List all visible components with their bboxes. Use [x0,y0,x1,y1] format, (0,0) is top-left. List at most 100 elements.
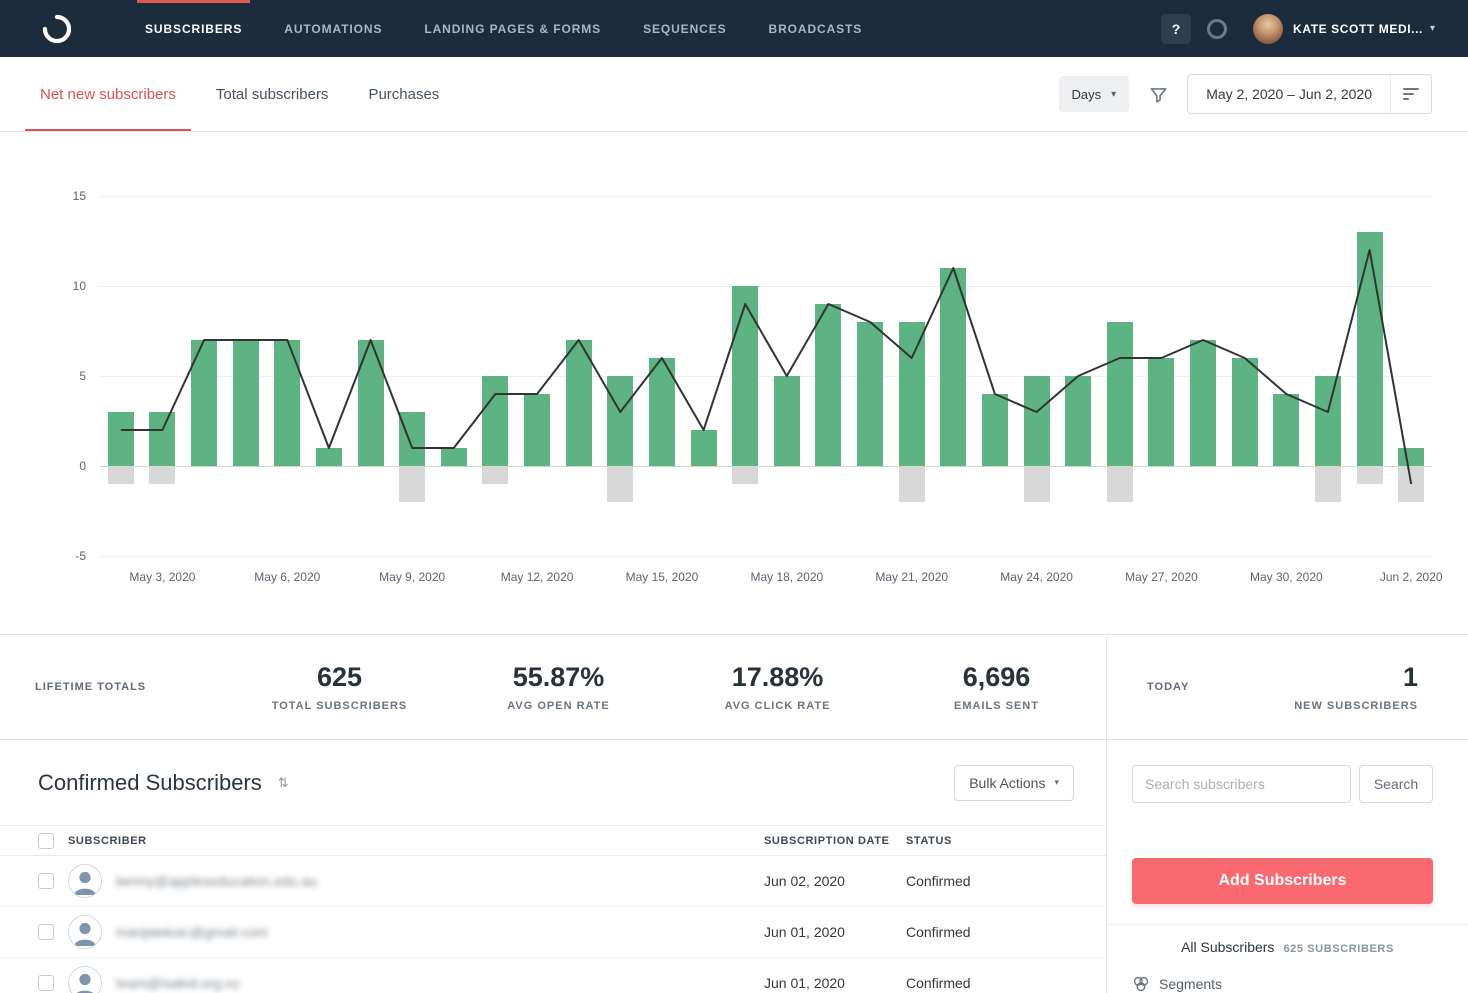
subscriber-email[interactable]: benny@appleseducation.edu.au [116,873,764,889]
bar-new-subscribers[interactable] [524,394,550,466]
y-axis-label: 0 [79,459,86,473]
bar-unsubscribes[interactable] [108,466,134,484]
bar-new-subscribers[interactable] [691,430,717,466]
bar-new-subscribers[interactable] [566,340,592,466]
tab-total-subscribers[interactable]: Total subscribers [201,57,344,131]
bar-new-subscribers[interactable] [774,376,800,466]
column-header-subscriber[interactable]: SUBSCRIBER [68,835,764,847]
tab-net-new-subscribers[interactable]: Net new subscribers [25,57,191,131]
bar-new-subscribers[interactable] [732,286,758,466]
nav-item-broadcasts[interactable]: BROADCASTS [748,0,884,57]
bar-unsubscribes[interactable] [899,466,925,502]
add-subscribers-button[interactable]: Add Subscribers [1132,858,1433,904]
column-header-subscription-date[interactable]: SUBSCRIPTION DATE [764,835,906,847]
bar-new-subscribers[interactable] [982,394,1008,466]
bar-new-subscribers[interactable] [233,340,259,466]
bar-new-subscribers[interactable] [649,358,675,466]
bar-unsubscribes[interactable] [1315,466,1341,502]
subscription-date: Jun 02, 2020 [764,873,906,889]
bar-new-subscribers[interactable] [1315,376,1341,466]
select-all-checkbox[interactable] [38,833,54,849]
row-checkbox[interactable] [38,924,54,940]
bar-new-subscribers[interactable] [1065,376,1091,466]
bar-new-subscribers[interactable] [108,412,134,466]
bar-unsubscribes[interactable] [1024,466,1050,502]
report-tabs-row: Net new subscribers Total subscribers Pu… [0,57,1468,132]
stat-label: EMAILS SENT [887,700,1106,712]
bar-new-subscribers[interactable] [191,340,217,466]
nav-item-sequences[interactable]: SEQUENCES [622,0,747,57]
convertkit-logo-icon[interactable] [40,12,74,46]
bar-new-subscribers[interactable] [857,322,883,466]
column-header-status[interactable]: STATUS [906,835,1074,847]
all-subscribers-item[interactable]: All Subscribers625 SUBSCRIBERS [1107,924,1468,957]
table-row[interactable]: team@isakid.org.nzJun 01, 2020Confirmed [0,958,1106,993]
notifications-ring-icon[interactable] [1207,19,1227,39]
bar-new-subscribers[interactable] [1148,358,1174,466]
bar-new-subscribers[interactable] [1273,394,1299,466]
bar-unsubscribes[interactable] [399,466,425,502]
x-axis-label: May 12, 2020 [501,570,574,584]
subscribers-sidebar: Search Add Subscribers All Subscribers62… [1107,740,1468,993]
subscriber-email[interactable]: team@isakid.org.nz [116,975,764,991]
tab-purchases[interactable]: Purchases [353,57,454,131]
help-button[interactable]: ? [1161,14,1191,44]
stat-emails-sent: 6,696 EMAILS SENT [887,662,1106,712]
bar-new-subscribers[interactable] [1398,448,1424,466]
subscriber-avatar-icon [68,966,102,993]
bar-unsubscribes[interactable] [1357,466,1383,484]
bar-new-subscribers[interactable] [149,412,175,466]
date-options-button[interactable] [1390,75,1431,113]
bar-new-subscribers[interactable] [274,340,300,466]
bar-new-subscribers[interactable] [316,448,342,466]
bar-unsubscribes[interactable] [1398,466,1424,502]
granularity-dropdown[interactable]: Days ▾ [1059,76,1130,112]
chart-controls: Days ▾ May 2, 2020 – Jun 2, 2020 [1059,74,1432,114]
bar-new-subscribers[interactable] [358,340,384,466]
granularity-label: Days [1072,87,1102,102]
bar-new-subscribers[interactable] [1357,232,1383,466]
user-avatar[interactable] [1253,14,1283,44]
bulk-actions-label: Bulk Actions [969,775,1045,791]
table-row[interactable]: benny@appleseducation.edu.auJun 02, 2020… [0,856,1106,907]
date-range-input[interactable]: May 2, 2020 – Jun 2, 2020 [1188,86,1390,102]
subscriber-email[interactable]: marijalekoic@gmail.com [116,924,764,940]
bar-new-subscribers[interactable] [607,376,633,466]
search-button[interactable]: Search [1359,765,1433,803]
sort-toggle-icon[interactable]: ⇅ [278,775,289,791]
bar-new-subscribers[interactable] [940,268,966,466]
bar-unsubscribes[interactable] [482,466,508,484]
search-input[interactable] [1132,765,1351,803]
top-nav: SUBSCRIBERS AUTOMATIONS LANDING PAGES & … [0,0,1468,57]
nav-item-automations[interactable]: AUTOMATIONS [263,0,403,57]
row-checkbox[interactable] [38,873,54,889]
bar-new-subscribers[interactable] [1024,376,1050,466]
nav-item-subscribers[interactable]: SUBSCRIBERS [124,0,263,57]
x-axis-label: May 24, 2020 [1000,570,1073,584]
today-new-subscribers-value: 1 [1294,662,1418,693]
bar-new-subscribers[interactable] [1232,358,1258,466]
bar-new-subscribers[interactable] [441,448,467,466]
bar-new-subscribers[interactable] [399,412,425,466]
bar-new-subscribers[interactable] [815,304,841,466]
bar-unsubscribes[interactable] [732,466,758,484]
bar-new-subscribers[interactable] [1107,322,1133,466]
bar-new-subscribers[interactable] [1190,340,1216,466]
table-row[interactable]: marijalekoic@gmail.comJun 01, 2020Confir… [0,907,1106,958]
nav-item-landing-pages[interactable]: LANDING PAGES & FORMS [403,0,622,57]
bar-unsubscribes[interactable] [607,466,633,502]
segments-item[interactable]: Segments [1132,975,1443,993]
bar-unsubscribes[interactable] [1107,466,1133,502]
granularity-caret-down-icon: ▾ [1111,89,1116,100]
row-checkbox[interactable] [38,975,54,991]
bar-unsubscribes[interactable] [149,466,175,484]
filter-button[interactable] [1149,85,1168,104]
account-name[interactable]: KATE SCOTT MEDI... [1293,22,1423,36]
subscriber-table-body: benny@appleseducation.edu.auJun 02, 2020… [0,856,1106,993]
bar-new-subscribers[interactable] [482,376,508,466]
y-axis-label: 15 [73,189,86,203]
bar-new-subscribers[interactable] [899,322,925,466]
account-caret-down-icon[interactable]: ▾ [1430,23,1435,34]
bulk-actions-button[interactable]: Bulk Actions ▾ [954,765,1074,801]
x-axis-labels: May 3, 2020May 6, 2020May 9, 2020May 12,… [100,570,1432,590]
